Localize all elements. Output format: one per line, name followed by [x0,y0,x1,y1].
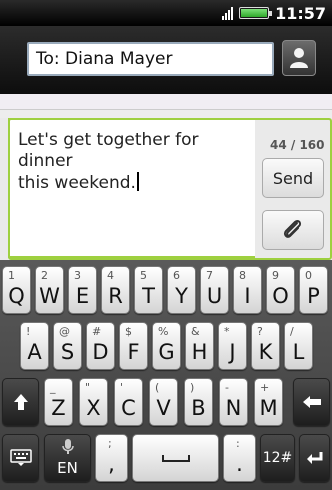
recipient-bar: To: Diana Mayer [0,26,332,94]
comma-key[interactable]: ; , [95,434,128,482]
compose-panel: Let's get together for dinner this weeke… [0,118,332,260]
status-bar: 11:57 [0,0,332,26]
attach-button[interactable] [262,210,324,250]
key-r[interactable]: 4R [101,266,130,314]
microphone-icon [61,439,74,454]
key-m[interactable]: + M [254,378,283,426]
battery-icon [239,7,273,19]
character-counter: 44 / 160 [270,138,325,152]
clock: 11:57 [275,3,326,23]
key-s[interactable]: @ S [53,322,82,370]
space-key[interactable] [132,434,219,482]
key-y[interactable]: 6Y [167,266,196,314]
key-j[interactable]: * J [218,322,247,370]
shift-icon [13,394,28,410]
hide-keyboard-key[interactable] [2,434,39,482]
paperclip-icon [283,219,302,238]
contact-picker-button[interactable] [282,40,316,76]
key-c[interactable]: ' C [114,378,143,426]
key-x[interactable]: " X [79,378,108,426]
key-t[interactable]: 5T [134,266,163,314]
keyboard-hide-icon [9,449,32,466]
key-o[interactable]: 9O [266,266,295,314]
key-i[interactable]: 8I [233,266,262,314]
key-h[interactable]: & H [185,322,214,370]
key-e[interactable]: 3E [68,266,97,314]
message-input[interactable]: Let's get together for dinner this weeke… [8,118,255,258]
contact-person-icon [290,48,308,68]
key-g[interactable]: % G [152,322,181,370]
key-a[interactable]: ! A [20,322,49,370]
key-d[interactable]: # D [86,322,115,370]
key-u[interactable]: 7U [200,266,229,314]
key-w[interactable]: 2W [35,266,64,314]
message-line-2: this weekend. [18,173,136,193]
text-cursor [136,172,139,191]
key-v[interactable]: (V [149,378,178,426]
soft-keyboard: EN ; , : . 12# 1 Q 2 W 3 E 4 R 5 T 6 Y 7 U 8 I 9 O 0 P ! A @ S #… [0,260,332,490]
key-p[interactable]: 0P [299,266,328,314]
enter-icon [306,452,322,464]
key-n[interactable]: -N [219,378,248,426]
language-label: EN [57,459,78,477]
key-b[interactable]: ) B [184,378,213,426]
voice-language-key[interactable]: EN [44,434,91,482]
period-key[interactable]: : . [223,434,256,482]
key-f[interactable]: $ F [119,322,148,370]
symbols-key[interactable]: 12# [260,434,295,482]
key-q[interactable]: 1Q [2,266,31,314]
backspace-icon [302,396,321,408]
message-thread [0,94,332,110]
message-line-1: Let's get together for dinner [18,130,199,171]
enter-key[interactable] [299,434,330,482]
space-icon [161,455,190,462]
key-k[interactable]: ? K [251,322,280,370]
backspace-key[interactable] [293,378,330,426]
recipient-field[interactable]: To: Diana Mayer [27,42,274,76]
key-l[interactable]: / L [284,322,313,370]
shift-key[interactable] [2,378,39,426]
send-button[interactable]: Send [262,158,324,198]
key-z[interactable]: _ Z [44,378,73,426]
signal-icon [222,6,234,20]
